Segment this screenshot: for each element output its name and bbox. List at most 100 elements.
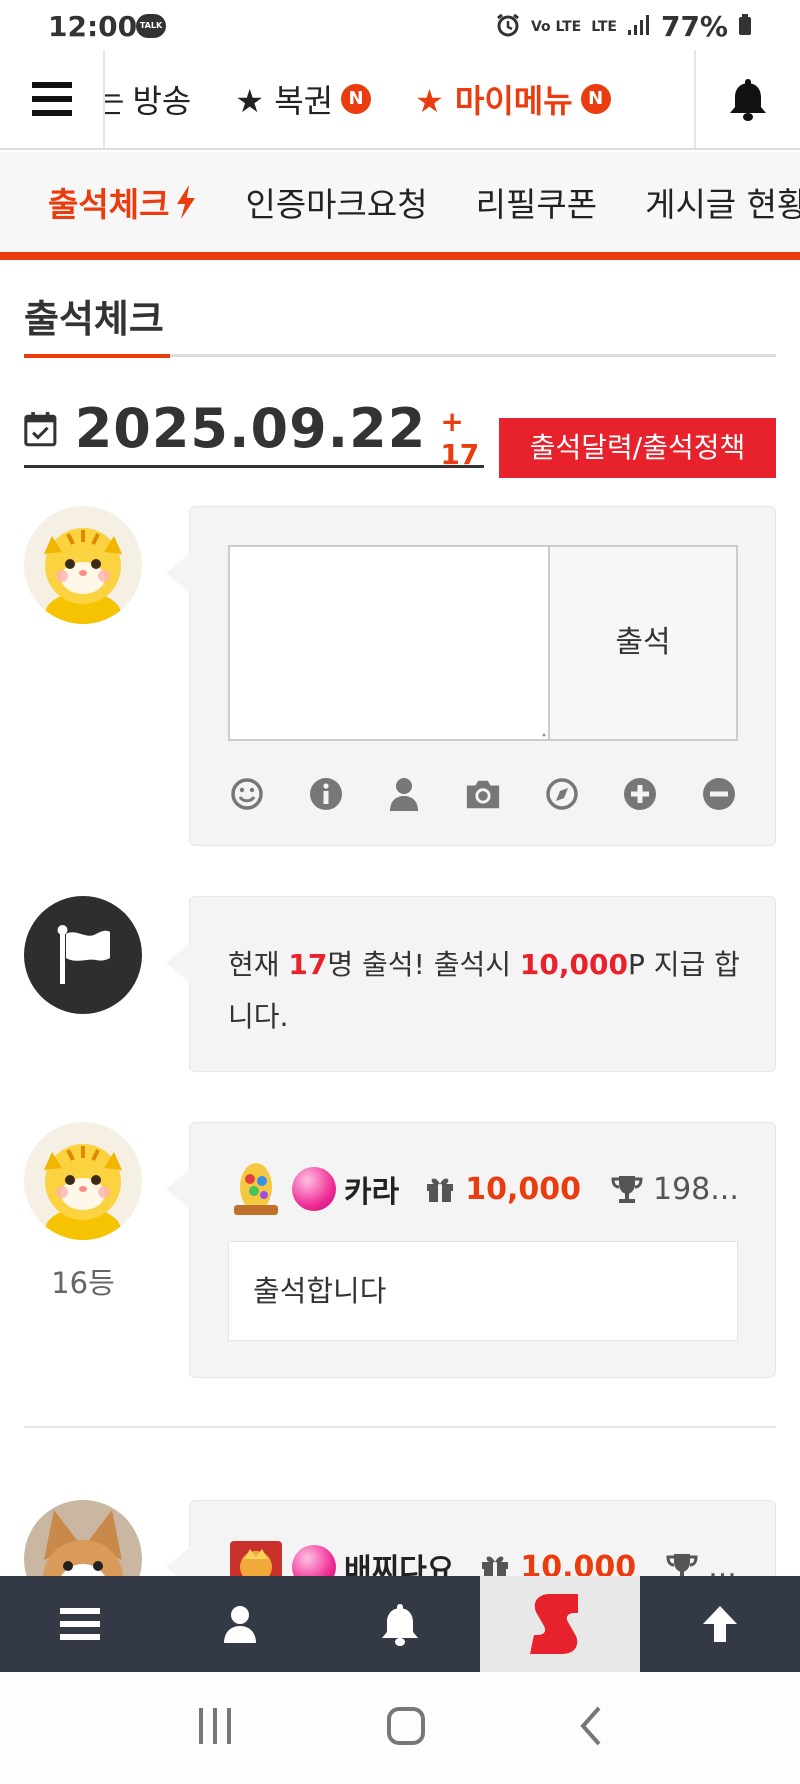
comment-form-card: 출석	[166, 506, 776, 846]
user-name[interactable]: 카라	[344, 1167, 399, 1211]
user-icon	[224, 1606, 256, 1643]
camera-icon	[466, 780, 500, 809]
avatar[interactable]	[24, 506, 142, 624]
status-time: 12:00	[48, 10, 138, 43]
notice-text-part: 명 출석! 출석시	[327, 948, 520, 981]
recent-apps-icon	[198, 1708, 231, 1744]
alarm-icon	[495, 12, 521, 42]
tiger-avatar-icon	[24, 1122, 142, 1240]
home-button[interactable]	[386, 1706, 426, 1750]
top-nav-label: ★ 마이메뉴	[415, 82, 573, 120]
bottom-profile-button[interactable]	[160, 1576, 320, 1672]
minus-circle-icon	[702, 778, 735, 810]
smile-icon	[231, 778, 263, 810]
site-logo-icon	[530, 1594, 578, 1654]
attendance-submit-button[interactable]: 출석	[548, 545, 738, 741]
top-nav-label: ★ 복권	[235, 82, 334, 120]
user-button[interactable]	[385, 775, 423, 813]
top-nav-label: 방송	[132, 82, 192, 120]
site-logo-button[interactable]	[480, 1576, 640, 1672]
bell-icon	[382, 1604, 418, 1646]
kakaotalk-icon: TALK	[136, 14, 166, 38]
bottom-nav	[0, 1576, 800, 1672]
sub-nav-item-cert-mark[interactable]: 인증마크요청	[245, 178, 427, 226]
date-offset: + 17	[440, 404, 480, 471]
bell-icon	[730, 79, 766, 121]
attendance-rank: 16등	[51, 1266, 115, 1300]
new-badge: N	[580, 84, 611, 114]
volte-indicator: Vo LTE	[530, 18, 582, 35]
notice-text: 현재 17명 출석! 출석시 10,000P 지급 합니다.	[228, 939, 748, 1043]
attendance-date: 2025.09.22	[74, 397, 427, 460]
plus-circle-icon	[624, 778, 657, 810]
tiger-avatar-icon	[24, 506, 142, 624]
attendance-calendar-button[interactable]: 출석달력/출석정책	[499, 418, 776, 478]
arrow-up-icon	[703, 1606, 737, 1642]
clipped-text: 는	[105, 82, 125, 120]
lte-indicator: LTE	[591, 18, 617, 35]
system-nav-bar	[0, 1672, 800, 1784]
recent-apps-button[interactable]	[197, 1706, 233, 1750]
resize-handle-icon	[542, 733, 546, 737]
user-points: 10,000	[465, 1171, 581, 1207]
back-button[interactable]	[579, 1706, 603, 1750]
notification-button[interactable]	[694, 50, 800, 148]
add-button[interactable]	[621, 775, 659, 813]
page-title: 출석체크	[24, 297, 164, 341]
top-nav-item-broadcast[interactable]: 는 방송	[105, 76, 191, 122]
menu-button[interactable]	[0, 50, 105, 148]
date-row: 2025.09.22 + 17	[24, 392, 484, 471]
top-nav-item-lottery[interactable]: ★ 복권 N	[235, 76, 372, 122]
sub-nav-underline	[0, 252, 800, 260]
battery-icon	[738, 13, 752, 40]
user-info-row: 카라 10,000 198...	[228, 1159, 748, 1219]
hamburger-icon	[31, 82, 72, 116]
status-bar: 12:00 TALK Vo LTE LTE 77%	[0, 0, 800, 50]
comment-textarea[interactable]	[228, 545, 550, 741]
location-button[interactable]	[543, 775, 581, 813]
trophy-icon	[611, 1176, 643, 1203]
top-nav: 는 방송 ★ 복권 N ★ 마이메뉴 N	[0, 50, 800, 150]
comment-toolbar	[228, 775, 738, 813]
sub-nav: 출석체크 인증마크요청 리필쿠폰 게시글 현황	[0, 152, 800, 252]
new-badge: N	[341, 84, 372, 114]
notice-text-part: 현재	[228, 948, 289, 981]
info-icon	[309, 778, 342, 810]
notice-avatar	[24, 896, 142, 1014]
attendee-count: 17	[288, 948, 328, 981]
user-icon	[390, 778, 419, 811]
lightning-icon	[177, 185, 196, 219]
flag-icon	[57, 925, 110, 984]
sub-nav-item-post-status[interactable]: 게시글 현황	[645, 178, 800, 226]
gift-icon	[427, 1178, 454, 1202]
signal-icon	[627, 14, 651, 40]
status-icons: Vo LTE LTE 77%	[495, 10, 752, 43]
emoji-button[interactable]	[228, 775, 266, 813]
attendance-message: 출석합니다	[228, 1241, 738, 1341]
entry-divider	[24, 1426, 776, 1428]
scroll-top-button[interactable]	[640, 1576, 800, 1672]
info-button[interactable]	[307, 775, 345, 813]
sub-nav-label: 출석체크	[48, 185, 170, 224]
pink-orb-icon	[292, 1167, 336, 1211]
hamburger-icon	[60, 1608, 100, 1640]
trophy-score: 198...	[652, 1171, 739, 1207]
top-nav-item-mymenu[interactable]: ★ 마이메뉴 N	[415, 76, 611, 122]
calendar-check-icon	[24, 411, 57, 446]
remove-button[interactable]	[700, 775, 738, 813]
reward-points: 10,000	[519, 948, 628, 981]
level-gem-icon	[234, 1163, 278, 1215]
avatar[interactable]	[24, 1122, 142, 1240]
notice-card: 현재 17명 출석! 출석시 10,000P 지급 합니다.	[166, 896, 776, 1072]
back-icon	[580, 1706, 601, 1746]
title-accent-line	[24, 354, 170, 358]
bottom-menu-button[interactable]	[0, 1576, 160, 1672]
sub-nav-item-attendance[interactable]: 출석체크	[48, 178, 197, 226]
battery-percent: 77%	[660, 10, 728, 43]
sub-nav-item-refill-coupon[interactable]: 리필쿠폰	[476, 178, 597, 226]
top-nav-items: 는 방송 ★ 복권 N ★ 마이메뉴 N	[105, 50, 694, 148]
attendance-entry-card: 카라 10,000 198... 출석합니다	[166, 1122, 776, 1378]
camera-button[interactable]	[464, 775, 502, 813]
bottom-notification-button[interactable]	[320, 1576, 480, 1672]
home-icon	[386, 1707, 425, 1745]
